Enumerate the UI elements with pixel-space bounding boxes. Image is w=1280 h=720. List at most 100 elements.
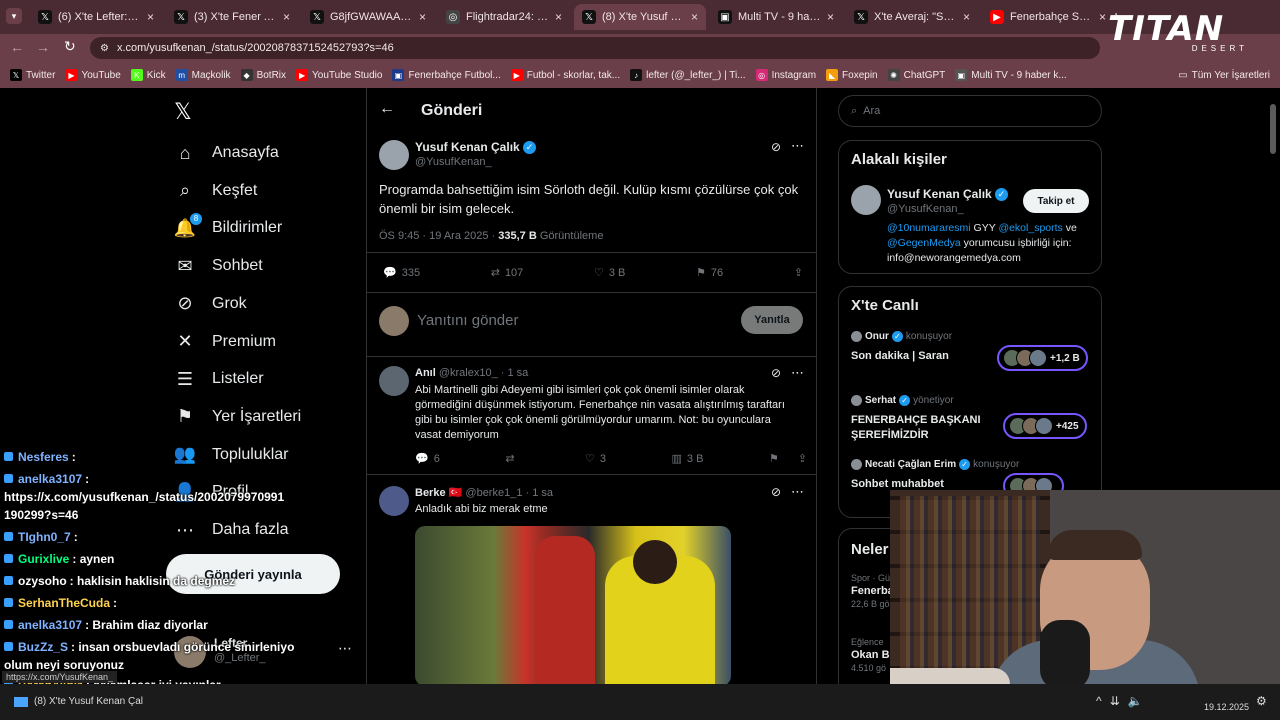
bio-link[interactable]: @ekol_sports bbox=[998, 222, 1062, 234]
x-logo-icon[interactable]: 𝕏 bbox=[174, 100, 192, 125]
post-more-icon[interactable]: ⋯ bbox=[791, 138, 804, 154]
share-action[interactable]: ⇪ bbox=[794, 266, 803, 279]
live-listeners-pill[interactable]: +425 bbox=[1003, 413, 1087, 439]
notification-icon[interactable]: ⚙ bbox=[1256, 694, 1267, 708]
network-icon[interactable]: ⇊ bbox=[1110, 694, 1128, 708]
reply-icon: 💬 bbox=[415, 453, 429, 465]
taskbar-window-item[interactable]: (8) X'te Yusuf Kenan Çal bbox=[14, 696, 143, 707]
close-tab-icon[interactable]: × bbox=[1099, 10, 1106, 24]
browser-tab[interactable]: 𝕏 X'te Averaj: "Sadetti × bbox=[846, 4, 978, 30]
post-author-handle[interactable]: @YusufKenan_ bbox=[415, 156, 492, 168]
nav-item-x[interactable]: ✕ Premium bbox=[174, 331, 276, 353]
nav-item-bell[interactable]: 🔔 8 Bildirimler bbox=[174, 213, 282, 239]
nav-label: Keşfet bbox=[212, 181, 258, 199]
repost-action[interactable]: ⇄ bbox=[505, 452, 519, 465]
chat-text: : insan orsbuevladı görünce sinirleniyo bbox=[71, 640, 295, 654]
reply1-avatar[interactable] bbox=[379, 366, 409, 396]
live-item[interactable]: Serhat ✓ yönetiyor FENERBAHÇE BAŞKANI ŞEREF… bbox=[851, 395, 1091, 451]
browser-tab[interactable]: 𝕏 (8) X'te Yusuf Kenan × bbox=[574, 4, 706, 30]
forward-icon[interactable]: → bbox=[36, 39, 50, 55]
bookmark-item[interactable]: 𝕏 Twitter bbox=[10, 69, 55, 81]
chat-badge-icon bbox=[4, 620, 13, 629]
browser-tab[interactable]: ▶ Fenerbahçe SK - You × bbox=[982, 4, 1114, 30]
nav-item-search[interactable]: ⌕ Keşfet bbox=[174, 180, 257, 202]
follow-button[interactable]: Takip et bbox=[1023, 189, 1089, 213]
address-bar[interactable]: ⚙ x.com/yusufkenan_/status/2002087837152… bbox=[90, 37, 1100, 59]
relevant-name[interactable]: Yusuf Kenan Çalık ✓ bbox=[887, 187, 1009, 202]
speaker-icon[interactable]: 🔈 bbox=[1128, 694, 1151, 708]
live-listeners-pill[interactable]: +1,2 B bbox=[997, 345, 1088, 371]
x-logo-icon: 𝕏 bbox=[310, 10, 324, 24]
close-tab-icon[interactable]: × bbox=[963, 10, 970, 24]
grok-icon[interactable]: ⊘ bbox=[771, 140, 781, 154]
reply-input[interactable]: Yanıtını gönder bbox=[417, 312, 518, 329]
live-item[interactable]: Onur ✓ konuşuyor Son dakika | Saran +1,2 B bbox=[851, 331, 1091, 387]
bookmark-item[interactable]: ◆ BotRix bbox=[240, 69, 286, 81]
bookmark-item[interactable]: ▶ YouTube bbox=[65, 69, 121, 81]
share-icon[interactable]: ⇪ bbox=[798, 452, 807, 465]
reply2-media[interactable] bbox=[415, 526, 731, 684]
reload-icon[interactable]: ↻ bbox=[64, 38, 76, 55]
back-icon[interactable]: ← bbox=[10, 39, 24, 55]
nav-item-home[interactable]: ⌂ Anasayfa bbox=[174, 142, 279, 164]
browser-tab[interactable]: ◎ Flightradar24: Live Fl × bbox=[438, 4, 570, 30]
browser-tab[interactable]: 𝕏 (6) X'te Lefter: "Bir ş × bbox=[30, 4, 162, 30]
site-info-icon[interactable]: ⚙ bbox=[100, 43, 109, 54]
reply2-handle[interactable]: @berke1_1 bbox=[465, 487, 522, 499]
bio-link[interactable]: @10numararesmi bbox=[887, 222, 971, 234]
back-arrow-icon[interactable]: ← bbox=[379, 100, 395, 118]
reply1-name[interactable]: Anıl bbox=[415, 367, 436, 379]
close-tab-icon[interactable]: × bbox=[147, 10, 154, 24]
reply1-more-icon[interactable]: ⋯ bbox=[791, 365, 804, 381]
reply2-avatar[interactable] bbox=[379, 486, 409, 516]
repost-action[interactable]: ⇄ 107 bbox=[491, 266, 524, 280]
reply2-more-icon[interactable]: ⋯ bbox=[791, 484, 804, 500]
close-tab-icon[interactable]: × bbox=[283, 10, 290, 24]
grok-icon[interactable]: ⊘ bbox=[771, 366, 781, 380]
bookmark-item[interactable]: ◣ Foxepin bbox=[826, 69, 878, 81]
reply1-handle[interactable]: @kralex10_ bbox=[439, 367, 498, 379]
close-tab-icon[interactable]: × bbox=[555, 10, 562, 24]
like-count: 3 bbox=[599, 452, 607, 465]
like-action[interactable]: ♡ 3 B bbox=[594, 266, 625, 280]
browser-tab[interactable]: ▣ Multi TV - 9 haber k × bbox=[710, 4, 842, 30]
nav-item-list[interactable]: ☰ Listeler bbox=[174, 368, 264, 390]
browser-tab[interactable]: 𝕏 G8jfGWAWAAAtzVC × bbox=[302, 4, 434, 30]
bookmark-action[interactable]: ⚑ 76 bbox=[696, 266, 723, 280]
reply-button[interactable]: Yanıtla bbox=[741, 306, 803, 334]
chevron-up-icon[interactable]: ^ bbox=[1096, 694, 1110, 708]
bookmark-action[interactable]: ⚑ ⇪ bbox=[769, 452, 807, 465]
all-bookmarks-button[interactable]: ▭ Tüm Yer İşaretleri bbox=[1178, 70, 1270, 81]
bookmark-label: Instagram bbox=[771, 69, 817, 81]
bookmark-item[interactable]: K Kick bbox=[130, 69, 166, 81]
relevant-avatar[interactable] bbox=[851, 185, 881, 215]
bio-link[interactable]: @GegenMedya bbox=[887, 237, 961, 249]
post-author-name[interactable]: Yusuf Kenan Çalık ✓ bbox=[415, 140, 537, 155]
nav-item-mail[interactable]: ✉ Sohbet bbox=[174, 255, 262, 277]
bookmark-item[interactable]: ♪ lefter (@_lefter_) | Ti... bbox=[630, 69, 746, 81]
listener-count: +1,2 B bbox=[1050, 352, 1080, 364]
bookmark-item[interactable]: ◎ Instagram bbox=[755, 69, 817, 81]
close-tab-icon[interactable]: × bbox=[827, 10, 834, 24]
reply-action[interactable]: 💬 335 bbox=[383, 266, 420, 280]
tab-search-button[interactable]: ▾ bbox=[6, 8, 22, 24]
reply2-name[interactable]: Berke bbox=[415, 487, 446, 499]
views-action[interactable]: ▥ 3 B bbox=[672, 452, 704, 466]
bookmark-item[interactable]: ▣ Multi TV - 9 haber k... bbox=[955, 69, 1067, 81]
nav-item-grok[interactable]: ⊘ Grok bbox=[174, 293, 246, 315]
grok-icon[interactable]: ⊘ bbox=[771, 485, 781, 499]
browser-tab[interactable]: 𝕏 (3) X'te Fener Ajans × bbox=[166, 4, 298, 30]
post-author-avatar[interactable] bbox=[379, 140, 409, 170]
bookmark-item[interactable]: ▶ YouTube Studio bbox=[296, 69, 382, 81]
bookmark-item[interactable]: ▣ Fenerbahçe Futbol... bbox=[392, 69, 501, 81]
nav-item-bookmark[interactable]: ⚑ Yer İşaretleri bbox=[174, 406, 301, 428]
reply-action[interactable]: 💬 6 bbox=[415, 452, 440, 466]
close-tab-icon[interactable]: × bbox=[691, 10, 698, 24]
bookmark-item[interactable]: m Maçkolik bbox=[175, 69, 231, 81]
relevant-handle[interactable]: @YusufKenan_ bbox=[887, 203, 964, 215]
like-action[interactable]: ♡ 3 bbox=[585, 452, 607, 466]
close-tab-icon[interactable]: × bbox=[419, 10, 426, 24]
bookmark-item[interactable]: ▶ Futbol - skorlar, tak... bbox=[510, 69, 620, 81]
search-input[interactable]: ⌕ Ara bbox=[838, 95, 1102, 127]
bookmark-item[interactable]: ✺ ChatGPT bbox=[887, 69, 945, 81]
